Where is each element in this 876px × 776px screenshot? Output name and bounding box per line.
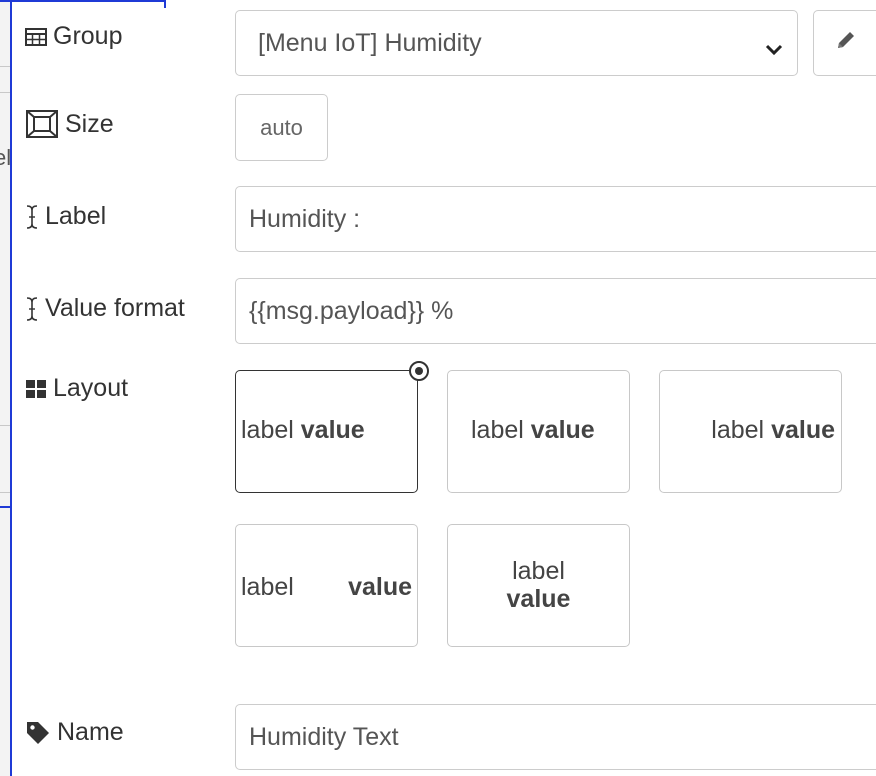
table-icon: [25, 27, 47, 46]
value-format-input-value: {{msg.payload}} %: [249, 296, 454, 325]
layout-option-label-value-spread[interactable]: label value: [235, 524, 418, 647]
label-field-label: Label: [45, 202, 107, 230]
size-value: auto: [260, 114, 303, 140]
value-format-label: Value format: [45, 294, 185, 322]
grid-icon: [25, 379, 47, 399]
group-select-value: [Menu IoT] Humidity: [258, 28, 482, 57]
value-format-row-label: Value format: [25, 294, 185, 323]
tag-icon: [25, 720, 51, 746]
value-format-input[interactable]: {{msg.payload}} %: [235, 278, 876, 344]
layout-option-value: value: [506, 585, 571, 613]
resize-icon: [25, 109, 59, 139]
layout-option-label: label: [241, 573, 294, 601]
layout-option-label: label: [241, 416, 294, 444]
name-row-label: Name: [25, 718, 124, 747]
layout-option-label-value-left[interactable]: label value: [235, 361, 429, 493]
layout-option-label: label: [471, 416, 524, 444]
layout-option-label-value-center[interactable]: label value: [447, 370, 630, 493]
selected-radio-icon: [409, 361, 429, 381]
pencil-icon: [834, 28, 858, 59]
size-row-label: Size: [25, 109, 114, 139]
label-row-label: Label: [25, 202, 106, 231]
selection-outline-left: [10, 0, 12, 776]
text-cursor-icon: [25, 204, 39, 230]
name-label: Name: [57, 718, 124, 746]
layout-option-label: label: [711, 416, 765, 444]
label-input[interactable]: Humidity :: [235, 186, 876, 252]
name-input[interactable]: Humidity Text: [235, 704, 876, 770]
group-select[interactable]: [Menu IoT] Humidity: [235, 10, 798, 76]
label-input-value: Humidity :: [249, 204, 361, 233]
layout-row-label: Layout: [25, 374, 128, 403]
text-cursor-icon: [25, 296, 39, 322]
name-input-value: Humidity Text: [249, 722, 399, 751]
selection-outline-mid: [0, 506, 12, 508]
group-row-label: Group: [25, 22, 122, 51]
edit-group-button[interactable]: [813, 10, 876, 76]
layout-option-label-value-stacked[interactable]: label value: [447, 524, 630, 647]
size-button[interactable]: auto: [235, 94, 328, 161]
layout-option-value: value: [300, 416, 365, 444]
layout-option-value: value: [530, 416, 595, 444]
selection-outline-tick: [164, 0, 166, 8]
layout-option-value: value: [771, 416, 835, 444]
layout-option-label: label: [512, 557, 565, 585]
group-label: Group: [53, 22, 123, 50]
chevron-down-icon: [765, 35, 783, 64]
layout-label: Layout: [53, 374, 129, 402]
layout-option-label-value-right[interactable]: label value: [659, 370, 842, 493]
size-label: Size: [65, 109, 114, 138]
selection-outline-top: [0, 0, 166, 2]
layout-option-value: value: [348, 573, 412, 601]
